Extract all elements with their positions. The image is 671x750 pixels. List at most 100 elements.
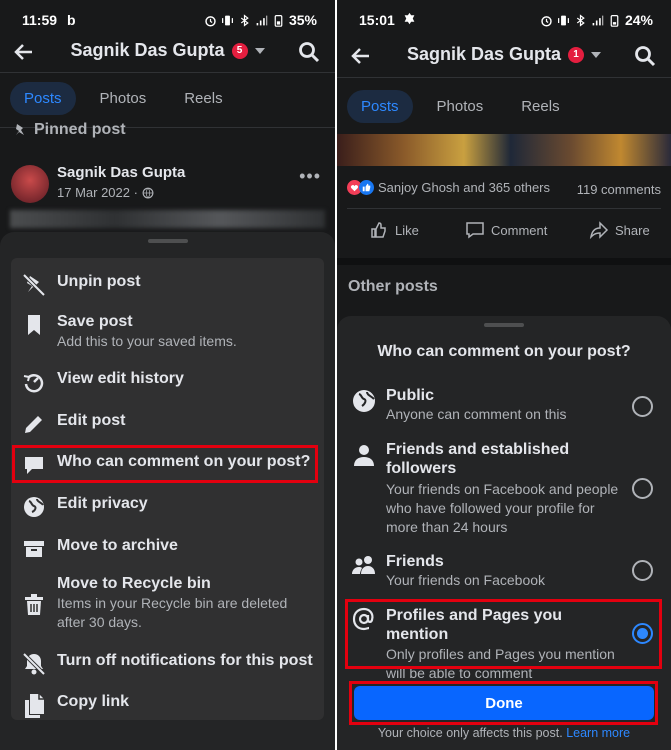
menu-item-edit-privacy[interactable]: Edit privacy (11, 494, 324, 520)
bluetooth-icon (240, 13, 249, 27)
battery-percent: 24% (624, 12, 653, 28)
profile-title[interactable]: Sagnik Das Gupta 5 (0, 40, 335, 61)
search-icon (635, 46, 656, 67)
blurred-post-text (10, 210, 325, 228)
option-public[interactable]: Public Anyone can comment on this (347, 384, 661, 428)
search-button[interactable] (297, 40, 321, 64)
reactions-summary[interactable]: Sanjoy Ghosh and 365 others (347, 180, 550, 195)
bluetooth-icon (576, 13, 585, 27)
post-options-sheet: Unpin post Save post Add this to your sav… (0, 232, 335, 750)
menu-item-turn-off-notifications[interactable]: Turn off notifications for this post (11, 651, 324, 677)
vibrate-icon (221, 15, 233, 25)
battery-icon (274, 14, 283, 27)
option-subtitle: Your friends on Facebook (386, 572, 546, 588)
option-title: Public (386, 387, 435, 404)
globe-icon (351, 388, 377, 414)
battery-icon (610, 14, 619, 27)
highlight-box-option (345, 599, 662, 669)
comments-count[interactable]: 119 comments (577, 182, 661, 197)
status-bar: 15:01 24% (337, 0, 671, 38)
profile-tabs: Posts Photos Reels (337, 90, 671, 123)
signal-icon (592, 15, 604, 25)
vibrate-icon (557, 15, 569, 25)
menu-item-save-post[interactable]: Save post Add this to your saved items. (11, 312, 324, 351)
status-icons: 35% (204, 12, 317, 28)
trash-icon (21, 592, 47, 618)
chevron-down-icon (254, 47, 265, 54)
right-screenshot: 15:01 24% Sagnik Das Gupta 1 Posts Photo… (337, 0, 671, 750)
post-image[interactable] (337, 134, 671, 166)
sheet-handle[interactable] (147, 239, 188, 243)
menu-item-title: Move to archive (57, 537, 178, 554)
alarm-icon (205, 15, 216, 27)
post-author[interactable]: Sagnik Das Gupta (57, 164, 185, 181)
post-options-menu: Unpin post Save post Add this to your sav… (11, 258, 324, 720)
profile-tabs: Posts Photos Reels (0, 82, 335, 115)
option-subtitle: Anyone can comment on this (386, 406, 567, 422)
profile-name: Sagnik Das Gupta (70, 40, 225, 60)
archive-icon (21, 536, 47, 562)
radio-public[interactable] (632, 396, 653, 417)
friends-icon (351, 552, 377, 578)
search-button[interactable] (633, 44, 657, 68)
tab-photos[interactable]: Photos (86, 82, 161, 115)
menu-item-view-edit-history[interactable]: View edit history (11, 369, 324, 395)
comment-icon (466, 222, 484, 239)
menu-item-title: Turn off notifications for this post (57, 652, 313, 669)
like-reaction-icon (359, 180, 374, 195)
notification-badge: 5 (231, 42, 248, 59)
left-screenshot: 11:59 b 35% Sagnik Das Gupta 5 Posts Pho… (0, 0, 335, 750)
menu-item-title: Edit privacy (57, 495, 148, 512)
tab-posts[interactable]: Posts (347, 90, 413, 123)
section-separator (337, 258, 671, 265)
tab-reels[interactable]: Reels (170, 82, 236, 115)
pinned-label: Pinned post (34, 121, 126, 138)
menu-item-move-to-archive[interactable]: Move to archive (11, 536, 324, 562)
like-button[interactable]: Like (369, 220, 419, 240)
menu-item-move-to-recycle-bin[interactable]: Move to Recycle bin Items in your Recycle… (11, 574, 324, 632)
profile-name: Sagnik Das Gupta (406, 44, 562, 64)
menu-item-subtitle: Add this to your saved items. (57, 333, 237, 349)
option-title: Friends (386, 553, 444, 570)
pencil-icon (21, 411, 47, 437)
menu-item-title: Copy link (57, 693, 130, 710)
menu-item-edit-post[interactable]: Edit post (11, 411, 324, 437)
comment-button[interactable]: Comment (465, 220, 547, 240)
option-friends-and-followers[interactable]: Friends and established followers Your fr… (347, 440, 661, 540)
radio-friends[interactable] (632, 560, 653, 581)
pin-icon (16, 124, 24, 135)
tab-reels[interactable]: Reels (507, 90, 573, 123)
learn-more-link[interactable]: Learn more (566, 726, 630, 740)
comment-label: Comment (491, 222, 548, 238)
footer-note-text: Your choice only affects this post. (377, 726, 563, 740)
chevron-down-icon (591, 51, 602, 58)
more-options-icon[interactable]: ••• (299, 166, 321, 187)
menu-item-subtitle: Items in your Recycle bin are deleted af… (57, 595, 288, 630)
notification-icon (404, 12, 415, 25)
post-meta: 17 Mar 2022 · (57, 185, 154, 200)
menu-item-unpin-post[interactable]: Unpin post (11, 272, 324, 298)
globe-icon (21, 494, 47, 520)
tab-posts[interactable]: Posts (10, 82, 76, 115)
battery-percent: 35% (288, 12, 317, 28)
tab-photos[interactable]: Photos (423, 90, 498, 123)
unpin-icon (21, 272, 47, 298)
sheet-handle[interactable] (484, 323, 524, 327)
share-button[interactable]: Share (589, 220, 650, 240)
sheet-title: Who can comment on your post? (377, 343, 631, 360)
option-subtitle: Your friends on Facebook and people who … (386, 481, 619, 535)
radio-friends-and-followers[interactable] (632, 478, 653, 499)
menu-item-title: Save post (57, 313, 133, 330)
reactions-divider (347, 208, 661, 209)
signal-icon (256, 15, 268, 25)
avatar[interactable] (11, 165, 49, 203)
status-bar: 11:59 b 35% (0, 0, 335, 38)
pinned-post-header: Pinned post (12, 121, 126, 139)
option-friends[interactable]: Friends Your friends on Facebook (347, 552, 661, 596)
header: Sagnik Das Gupta 5 (0, 38, 335, 68)
footer-note: Your choice only affects this post. Lear… (337, 726, 671, 740)
profile-title[interactable]: Sagnik Das Gupta 1 (337, 44, 671, 65)
status-app-indicator (403, 12, 416, 28)
menu-item-copy-link[interactable]: Copy link (11, 692, 324, 718)
reactions-text: Sanjoy Ghosh and 365 others (378, 180, 551, 195)
